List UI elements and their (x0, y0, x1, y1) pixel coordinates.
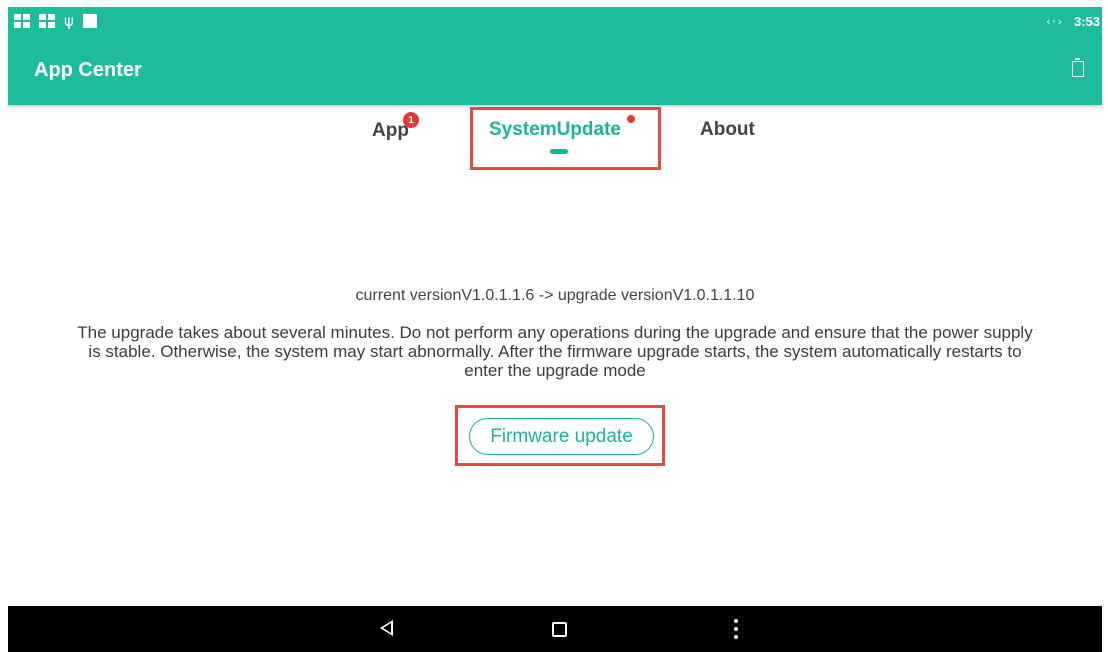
app-title: App Center (34, 59, 142, 81)
highlight-box-button: Firmware update (455, 405, 665, 466)
status-icons: ψ (14, 12, 97, 30)
status-right: ‹·› 3:53 (1045, 12, 1100, 30)
tab-system-update[interactable]: SystemUpdate (489, 119, 621, 141)
app-bar: App Center (8, 35, 1102, 105)
usb-icon: ψ (64, 12, 74, 30)
square-icon (82, 14, 97, 28)
status-bar: ψ ‹·› 3:53 (8, 7, 1102, 35)
menu-icon[interactable] (734, 619, 738, 639)
back-icon[interactable] (380, 620, 393, 636)
notification-grid-icon (14, 14, 30, 28)
tab-bar: App 1 SystemUpdate About (8, 105, 1102, 170)
upgrade-warning: The upgrade takes about several minutes.… (8, 323, 1102, 380)
warning-line: The upgrade takes about several minutes.… (77, 323, 1033, 342)
device-screen: ψ ‹·› 3:53 App Center App 1 SystemUpdate… (8, 7, 1102, 652)
clear-icon[interactable] (1072, 58, 1084, 77)
version-info: current versionV1.0.1.1.6 -> upgrade ver… (355, 287, 755, 304)
tab-about[interactable]: About (700, 119, 755, 141)
update-dot (627, 115, 635, 123)
navigation-bar (8, 606, 1102, 652)
network-icon: ‹·› (1045, 14, 1063, 28)
firmware-update-button[interactable]: Firmware update (469, 418, 654, 455)
clock: 3:53 (1073, 13, 1100, 29)
tab-indicator (550, 149, 568, 154)
notification-grid-icon (39, 14, 55, 28)
warning-line: is stable. Otherwise, the system may sta… (88, 342, 1022, 361)
app-badge: 1 (403, 112, 419, 128)
warning-line: enter the upgrade mode (464, 361, 646, 380)
home-icon[interactable] (552, 622, 567, 637)
